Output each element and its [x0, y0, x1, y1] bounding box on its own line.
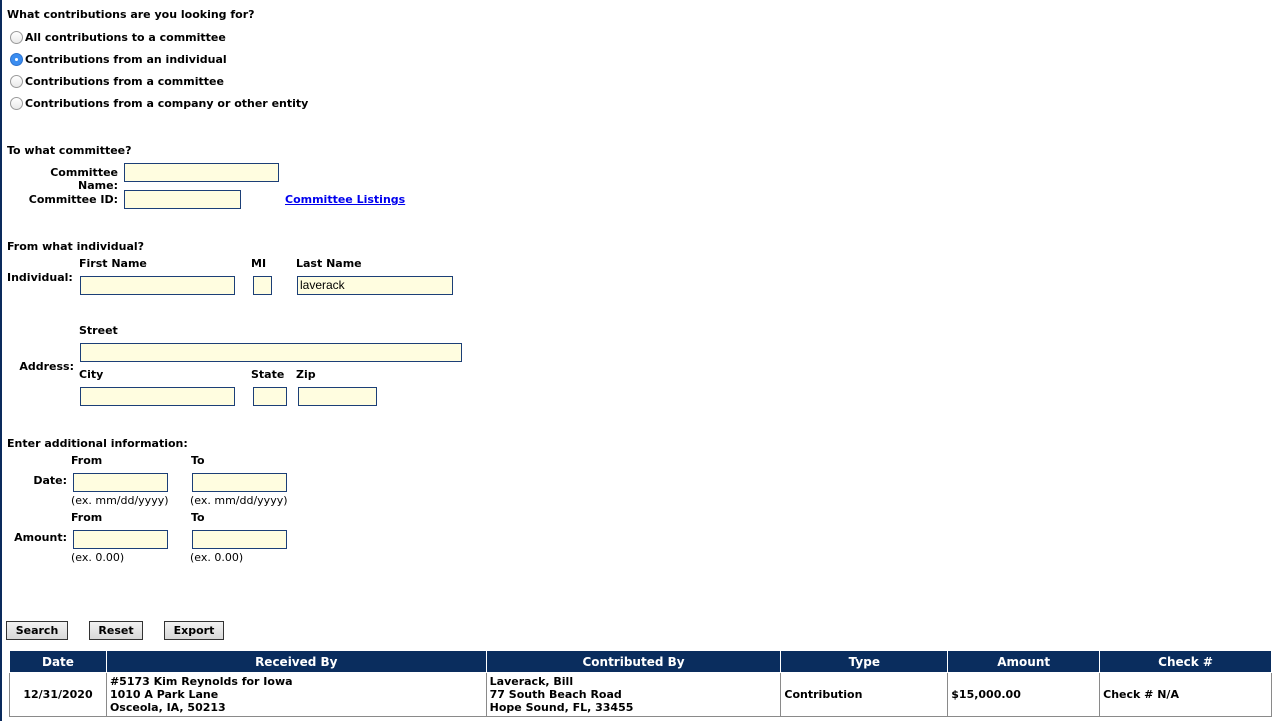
- state-label: State: [251, 368, 285, 381]
- contribution-type-question: What contributions are you looking for?: [7, 8, 255, 21]
- cell-received-by: #5173 Kim Reynolds for Iowa 1010 A Park …: [105, 672, 487, 717]
- date-row-label: Date:: [33, 474, 67, 487]
- additional-info-question: Enter additional information:: [7, 437, 188, 450]
- results-header-row: Date Received By Contributed By Type Amo…: [9, 650, 1272, 673]
- radio-label: All contributions to a committee: [25, 30, 226, 44]
- export-button[interactable]: Export: [164, 621, 224, 640]
- received-by-committee: #5173 Kim Reynolds for Iowa: [109, 675, 293, 688]
- cell-check: Check # N/A: [1099, 672, 1272, 717]
- city-input[interactable]: [80, 387, 235, 406]
- state-input[interactable]: [253, 387, 287, 406]
- date-from-label: From: [71, 454, 103, 467]
- individual-row-label: Individual:: [7, 271, 73, 284]
- date-to-input[interactable]: [192, 473, 287, 492]
- city-label: City: [79, 368, 104, 381]
- contributed-by-city: Hope Sound, FL, 33455: [489, 701, 634, 714]
- committee-id-input[interactable]: [124, 190, 241, 209]
- radio-from-individual[interactable]: Contributions from an individual: [10, 51, 227, 67]
- first-name-input[interactable]: [80, 276, 235, 295]
- table-row: 12/31/2020 #5173 Kim Reynolds for Iowa 1…: [9, 672, 1272, 717]
- radio-label: Contributions from a company or other en…: [25, 96, 309, 110]
- date-to-hint: (ex. mm/dd/yyyy): [190, 494, 288, 507]
- radio-button-selected[interactable]: [10, 52, 23, 66]
- radio-button[interactable]: [10, 74, 23, 88]
- amount-row-label: Amount:: [14, 531, 67, 544]
- date-to-label: To: [191, 454, 205, 467]
- received-by-street: 1010 A Park Lane: [109, 688, 219, 701]
- committee-id-label: Committee ID:: [28, 193, 118, 206]
- middle-initial-input[interactable]: [253, 276, 272, 295]
- radio-from-committee[interactable]: Contributions from a committee: [10, 73, 224, 89]
- amount-to-label: To: [191, 511, 205, 524]
- individual-question: From what individual?: [7, 240, 145, 253]
- reset-button[interactable]: Reset: [89, 621, 143, 640]
- contributed-by-name: Laverack, Bill: [489, 675, 574, 688]
- results-table: Date Received By Contributed By Type Amo…: [9, 650, 1272, 717]
- radio-label: Contributions from an individual: [25, 52, 227, 66]
- received-by-city: Osceola, IA, 50213: [109, 701, 226, 714]
- radio-button[interactable]: [10, 96, 23, 110]
- amount-to-hint: (ex. 0.00): [190, 551, 244, 564]
- cell-date: 12/31/2020: [9, 672, 107, 717]
- amount-from-hint: (ex. 0.00): [71, 551, 125, 564]
- committee-listings-link[interactable]: Committee Listings: [285, 193, 405, 206]
- amount-from-label: From: [71, 511, 103, 524]
- header-type[interactable]: Type: [780, 650, 949, 673]
- committee-question: To what committee?: [7, 144, 132, 157]
- cell-amount: $15,000.00: [947, 672, 1101, 717]
- cell-contributed-by: Laverack, Bill 77 South Beach Road Hope …: [485, 672, 782, 717]
- header-date[interactable]: Date: [9, 650, 107, 673]
- street-label: Street: [79, 324, 118, 337]
- zip-input[interactable]: [298, 387, 377, 406]
- radio-button[interactable]: [10, 30, 23, 44]
- address-row-label: Address:: [19, 360, 74, 373]
- first-name-label: First Name: [79, 257, 147, 270]
- header-received-by[interactable]: Received By: [105, 650, 487, 673]
- street-input[interactable]: [80, 343, 462, 362]
- radio-all-contributions[interactable]: All contributions to a committee: [10, 29, 226, 45]
- header-amount[interactable]: Amount: [947, 650, 1101, 673]
- last-name-input[interactable]: laverack: [297, 276, 453, 295]
- amount-from-input[interactable]: [73, 530, 168, 549]
- committee-name-input[interactable]: [124, 163, 279, 182]
- last-name-label: Last Name: [296, 257, 362, 270]
- radio-label: Contributions from a committee: [25, 74, 224, 88]
- contributed-by-street: 77 South Beach Road: [489, 688, 622, 701]
- mi-label: MI: [251, 257, 267, 270]
- zip-label: Zip: [296, 368, 316, 381]
- amount-to-input[interactable]: [192, 530, 287, 549]
- header-contributed-by[interactable]: Contributed By: [485, 650, 782, 673]
- committee-name-label: Committee Name:: [50, 166, 118, 192]
- left-frame-border: [0, 0, 2, 721]
- search-button[interactable]: Search: [6, 621, 68, 640]
- date-from-input[interactable]: [73, 473, 168, 492]
- header-check[interactable]: Check #: [1099, 650, 1272, 673]
- cell-type: Contribution: [780, 672, 949, 717]
- radio-from-company[interactable]: Contributions from a company or other en…: [10, 95, 308, 111]
- date-from-hint: (ex. mm/dd/yyyy): [71, 494, 169, 507]
